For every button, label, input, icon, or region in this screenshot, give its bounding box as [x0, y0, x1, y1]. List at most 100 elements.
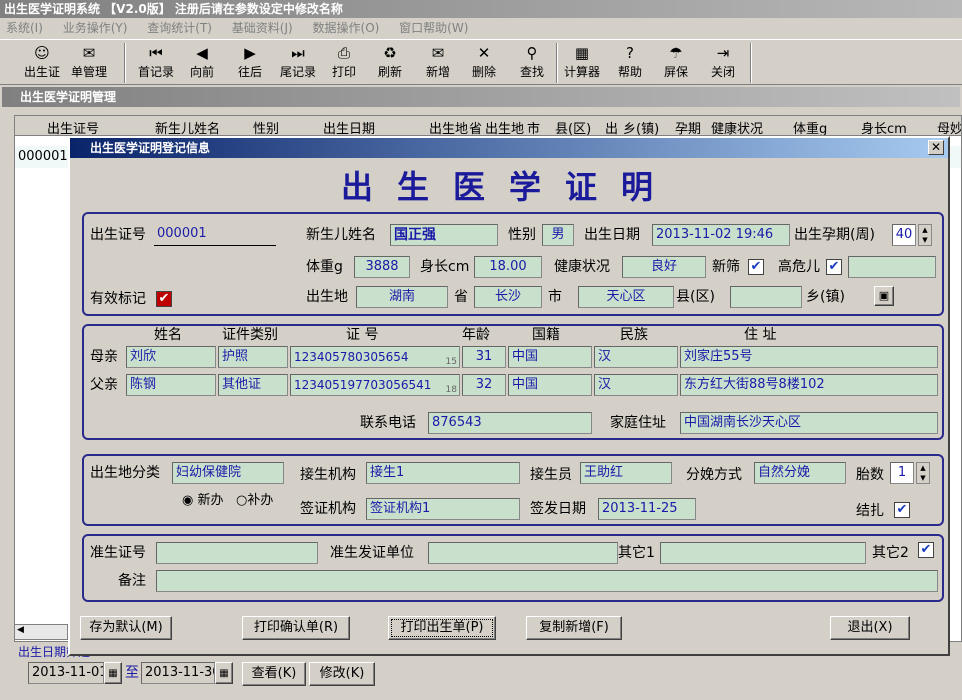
toolbar-first-record-button[interactable]: ⏮ 首记录: [134, 43, 178, 83]
other1-field[interactable]: [660, 542, 866, 564]
high-risk-note-field[interactable]: [848, 256, 936, 278]
grid-col-header[interactable]: 体重g: [793, 118, 827, 135]
menu-window-help[interactable]: 窗口帮助(W): [399, 21, 468, 35]
copy-new-button[interactable]: 复制新增(F): [526, 616, 622, 640]
permit-no-field[interactable]: [156, 542, 318, 564]
screening-checkbox[interactable]: ✔: [748, 259, 764, 275]
menu-system[interactable]: 系统(I): [6, 21, 43, 35]
father-name-field[interactable]: 陈钢: [126, 374, 216, 396]
town-field[interactable]: [730, 286, 802, 308]
delivery-staff-field[interactable]: 王助红: [580, 462, 672, 484]
other2-checkbox[interactable]: ✔: [918, 542, 934, 558]
health-field[interactable]: 良好: [622, 256, 706, 278]
weight-field[interactable]: 3888: [354, 256, 410, 278]
length-field[interactable]: 18.00: [474, 256, 542, 278]
query-button[interactable]: 查看(K): [242, 662, 306, 686]
mother-id-no-field[interactable]: 123405780305654 15: [290, 346, 460, 368]
father-id-type-field[interactable]: 其他证: [218, 374, 288, 396]
edit-button[interactable]: 修改(K): [309, 662, 375, 686]
grid-col-header[interactable]: 出生地: [429, 118, 468, 135]
cert-no-field[interactable]: 000001: [154, 224, 276, 246]
high-risk-checkbox[interactable]: ✔: [826, 259, 842, 275]
mother-name-field[interactable]: 刘欣: [126, 346, 216, 368]
grid-col-header[interactable]: 出生证号: [47, 118, 99, 135]
toolbar-prev-button[interactable]: ◀ 向前: [182, 43, 222, 83]
grid-col-header[interactable]: 乡(镇): [623, 118, 659, 135]
birth-date-field[interactable]: 2013-11-02 19:46: [652, 224, 790, 246]
print-birth-button[interactable]: 打印出生单(P): [388, 616, 496, 640]
horizontal-scrollbar[interactable]: ◀: [14, 624, 68, 640]
radio-reissue[interactable]: ○补办: [236, 490, 273, 512]
calendar-icon[interactable]: ▦: [104, 662, 122, 684]
menu-data-ops[interactable]: 数据操作(O): [313, 21, 380, 35]
grid-col-header[interactable]: 出生地: [485, 118, 524, 135]
toolbar-print-button[interactable]: ⎙ 打印: [326, 43, 362, 83]
county-field[interactable]: 天心区: [578, 286, 674, 308]
city-field[interactable]: 长沙: [474, 286, 542, 308]
sex-field[interactable]: 男: [542, 224, 574, 246]
toolbar-close-button[interactable]: ⇥ 关闭: [704, 43, 742, 83]
calendar-icon[interactable]: ▦: [215, 662, 233, 684]
scroll-left-icon[interactable]: ◀: [17, 625, 24, 635]
mother-ethnicity-field[interactable]: 汉: [594, 346, 678, 368]
gestation-field[interactable]: 40: [892, 224, 916, 246]
ligation-checkbox[interactable]: ✔: [894, 502, 910, 518]
toolbar-form-manage-button[interactable]: ✉ 单管理: [66, 43, 112, 83]
toolbar-screensaver-button[interactable]: ☂ 屏保: [658, 43, 694, 83]
issue-date-field[interactable]: 2013-11-25: [598, 498, 696, 520]
mother-nationality-field[interactable]: 中国: [508, 346, 592, 368]
father-age-field[interactable]: 32: [462, 374, 506, 396]
save-default-button[interactable]: 存为默认(M): [80, 616, 172, 640]
father-address-field[interactable]: 东方红大街88号8楼102: [680, 374, 938, 396]
toolbar-delete-button[interactable]: ✕ 删除: [466, 43, 502, 83]
home-address-field[interactable]: 中国湖南长沙天心区: [680, 412, 938, 434]
filter-to-date[interactable]: 2013-11-30: [141, 662, 215, 684]
toolbar-help-button[interactable]: ? 帮助: [612, 43, 648, 83]
grid-col-header[interactable]: 市: [527, 118, 540, 135]
delivery-method-field[interactable]: 自然分娩: [754, 462, 846, 484]
toolbar-find-button[interactable]: ⚲ 查找: [514, 43, 550, 83]
father-ethnicity-field[interactable]: 汉: [594, 374, 678, 396]
delivery-org-field[interactable]: 接生1: [366, 462, 520, 484]
father-id-no-field[interactable]: 123405197703056541 18: [290, 374, 460, 396]
toolbar-add-button[interactable]: ✉ 新增: [420, 43, 456, 83]
permit-unit-field[interactable]: [428, 542, 618, 564]
remark-field[interactable]: [156, 570, 938, 592]
phone-field[interactable]: 876543: [428, 412, 592, 434]
place-type-field[interactable]: 妇幼保健院: [172, 462, 284, 484]
province-field[interactable]: 湖南: [356, 286, 448, 308]
grid-col-header[interactable]: 性别: [253, 118, 279, 135]
menu-basic-data[interactable]: 基础资料(J): [232, 21, 293, 35]
sign-org-field[interactable]: 签证机构1: [366, 498, 520, 520]
toolbar-last-record-button[interactable]: ⏭ 尾记录: [276, 43, 320, 83]
grid-col-header[interactable]: 孕期: [675, 118, 701, 135]
grid-col-header[interactable]: 出: [605, 118, 618, 135]
filter-from-date[interactable]: 2013-11-01: [28, 662, 104, 684]
grid-col-header[interactable]: 健康状况: [711, 118, 763, 135]
births-count-field[interactable]: 1: [890, 462, 914, 484]
grid-col-header[interactable]: 身长cm: [861, 118, 907, 135]
births-count-stepper[interactable]: ▲ ▼: [916, 462, 930, 484]
exit-button[interactable]: 退出(X): [830, 616, 910, 640]
mother-address-field[interactable]: 刘家庄55号: [680, 346, 938, 368]
menu-business[interactable]: 业务操作(Y): [63, 21, 128, 35]
save-disk-icon[interactable]: ▣: [874, 286, 894, 306]
radio-new[interactable]: ◉ 新办: [182, 490, 224, 512]
close-icon[interactable]: ✕: [928, 140, 944, 155]
toolbar-birth-cert-button[interactable]: ☺ 出生证: [20, 43, 64, 83]
father-nationality-field[interactable]: 中国: [508, 374, 592, 396]
mother-age-field[interactable]: 31: [462, 346, 506, 368]
toolbar-next-button[interactable]: ▶ 往后: [230, 43, 270, 83]
baby-name-field[interactable]: 国正强: [390, 224, 498, 246]
grid-col-header[interactable]: 县(区): [555, 118, 591, 135]
grid-col-header[interactable]: 省: [469, 118, 482, 135]
gestation-stepper[interactable]: ▲ ▼: [918, 224, 932, 246]
valid-flag-checkbox[interactable]: ✔: [156, 291, 172, 307]
mother-id-type-field[interactable]: 护照: [218, 346, 288, 368]
menu-query[interactable]: 查询统计(T): [147, 21, 212, 35]
grid-col-header[interactable]: 新生儿姓名: [155, 118, 220, 135]
toolbar-calculator-button[interactable]: ▦ 计算器: [562, 43, 602, 83]
print-confirm-button[interactable]: 打印确认单(R): [242, 616, 350, 640]
grid-col-header[interactable]: 母妙: [937, 118, 961, 135]
grid-col-header[interactable]: 出生日期: [323, 118, 375, 135]
